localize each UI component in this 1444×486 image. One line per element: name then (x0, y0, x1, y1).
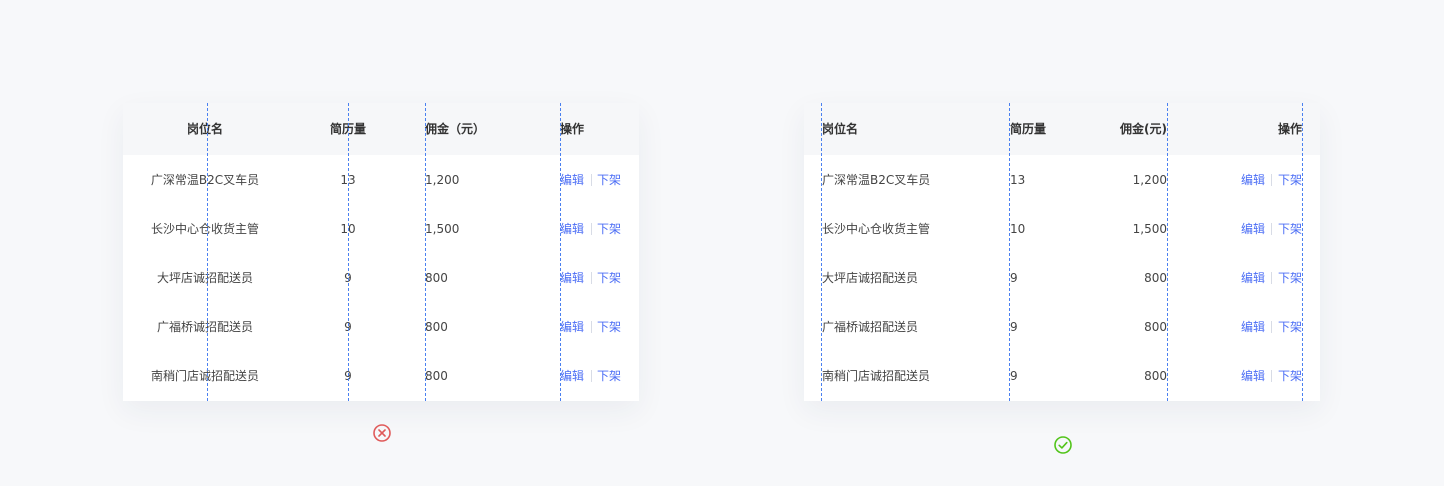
action-divider (1271, 272, 1272, 284)
cell-resume-count: 13 (340, 173, 356, 187)
cell-resume-count: 10 (1010, 222, 1026, 236)
take-down-link[interactable]: 下架 (1278, 270, 1302, 286)
header-actions: 操作 (560, 122, 585, 136)
cell-position-name: 长沙中心仓收货主管 (822, 222, 931, 236)
check-circle-icon (1054, 436, 1072, 454)
edit-link[interactable]: 编辑 (1241, 221, 1265, 237)
cell-commission: 800 (1144, 320, 1167, 334)
action-divider (1271, 370, 1272, 382)
table-header-row (804, 103, 1320, 155)
cell-resume-count: 9 (344, 369, 352, 383)
header-actions: 操作 (1277, 122, 1302, 136)
cell-commission: 1,500 (1132, 222, 1167, 236)
action-divider (591, 174, 592, 186)
cell-resume-count: 9 (1010, 369, 1018, 383)
cell-commission: 1,200 (1132, 173, 1167, 187)
table-panel-right: 岗位名 简历量 佣金(元) 操作 广深常温B2C叉车员 13 1,200 下架 编辑 长沙中心仓收… (804, 103, 1320, 401)
cell-resume-count: 9 (344, 320, 352, 334)
header-position-name: 岗位名 (822, 122, 859, 136)
header-resume-count: 简历量 (1010, 122, 1047, 136)
edit-link[interactable]: 编辑 (560, 368, 584, 384)
cell-position-name: 广福桥诚招配送员 (156, 320, 254, 334)
take-down-link[interactable]: 下架 (597, 270, 621, 286)
cell-position-name: 南稍门店诚招配送员 (822, 369, 931, 383)
cell-resume-count: 9 (1010, 271, 1018, 285)
take-down-link[interactable]: 下架 (597, 368, 621, 384)
cell-position-name: 广福桥诚招配送员 (822, 320, 919, 334)
cell-commission: 1,200 (425, 173, 460, 187)
take-down-link[interactable]: 下架 (1278, 319, 1302, 335)
take-down-link[interactable]: 下架 (1278, 368, 1302, 384)
action-divider (1271, 223, 1272, 235)
edit-link[interactable]: 编辑 (560, 319, 584, 335)
edit-link[interactable]: 编辑 (1241, 172, 1265, 188)
cell-resume-count: 9 (344, 271, 352, 285)
edit-link[interactable]: 编辑 (1241, 319, 1265, 335)
cell-commission: 800 (425, 369, 448, 383)
header-commission: 佣金(元) (1120, 122, 1167, 136)
cell-position-name: 广深常温B2C叉车员 (150, 173, 260, 187)
cell-position-name: 长沙中心仓收货主管 (150, 222, 260, 236)
action-divider (1271, 321, 1272, 333)
cell-resume-count: 13 (1010, 173, 1026, 187)
edit-link[interactable]: 编辑 (560, 270, 584, 286)
cell-resume-count: 9 (1010, 320, 1018, 334)
action-divider (591, 370, 592, 382)
action-divider (1271, 174, 1272, 186)
take-down-link[interactable]: 下架 (597, 221, 621, 237)
header-position-name: 岗位名 (186, 122, 224, 136)
error-circle-icon (373, 424, 391, 442)
cell-commission: 800 (425, 271, 448, 285)
take-down-link[interactable]: 下架 (597, 172, 621, 188)
take-down-link[interactable]: 下架 (1278, 221, 1302, 237)
edit-link[interactable]: 编辑 (560, 172, 584, 188)
cell-position-name: 大坪店诚招配送员 (156, 271, 254, 285)
cell-resume-count: 10 (340, 222, 356, 236)
cell-commission: 1,500 (425, 222, 460, 236)
header-commission: 佣金（元） (425, 122, 486, 136)
cell-position-name: 南稍门店诚招配送员 (150, 369, 260, 383)
action-divider (591, 223, 592, 235)
action-divider (591, 321, 592, 333)
cell-position-name: 广深常温B2C叉车员 (822, 173, 931, 187)
header-resume-count: 简历量 (329, 122, 367, 136)
cell-commission: 800 (425, 320, 448, 334)
edit-link[interactable]: 编辑 (1241, 368, 1265, 384)
edit-link[interactable]: 编辑 (1241, 270, 1265, 286)
action-divider (591, 272, 592, 284)
table-panel-wrong: 岗位名 简历量 佣金（元） 操作 广深常温B2C叉车员 13 1,200 编辑 下架 长沙中心仓收… (123, 103, 639, 401)
edit-link[interactable]: 编辑 (560, 221, 584, 237)
cell-commission: 800 (1144, 271, 1167, 285)
take-down-link[interactable]: 下架 (597, 319, 621, 335)
cell-position-name: 大坪店诚招配送员 (822, 271, 919, 285)
cell-commission: 800 (1144, 369, 1167, 383)
take-down-link[interactable]: 下架 (1278, 172, 1302, 188)
